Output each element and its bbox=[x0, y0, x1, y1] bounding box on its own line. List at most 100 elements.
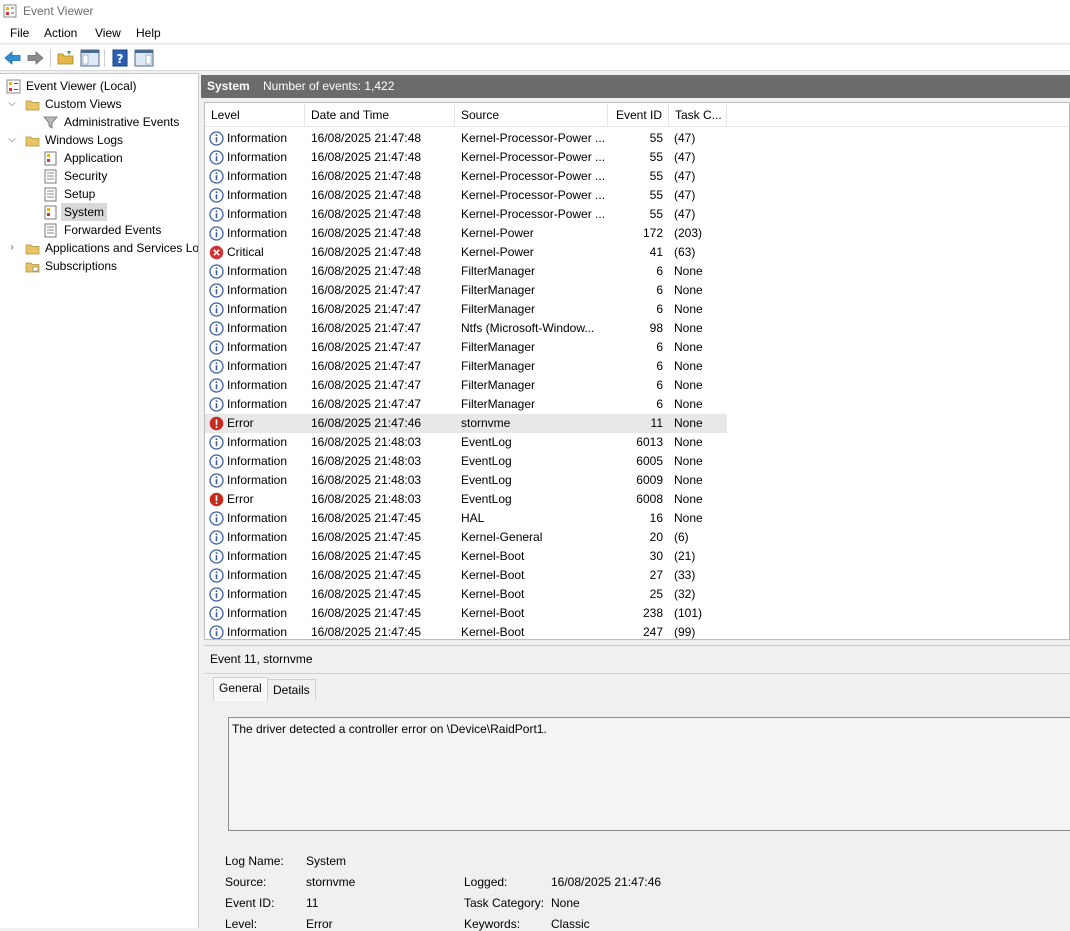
cell-task-category: (47) bbox=[674, 207, 696, 221]
cell-level: Information bbox=[227, 131, 288, 145]
information-icon bbox=[209, 264, 224, 279]
cell-source: Kernel-Processor-Power ... bbox=[461, 150, 606, 164]
table-row[interactable]: Information 16/08/2025 21:47:47 FilterMana… bbox=[205, 281, 727, 300]
tree-item-event-viewer-local[interactable]: Event Viewer (Local) bbox=[0, 77, 198, 95]
menu-help[interactable]: Help bbox=[136, 26, 161, 40]
table-row[interactable]: Information 16/08/2025 21:47:48 Kernel-Pro… bbox=[205, 186, 727, 205]
tree-item-custom-views[interactable]: ⌵ Custom Views bbox=[0, 95, 198, 113]
event-detail-pane: Event 11, stornvme General Details The d… bbox=[204, 645, 1070, 931]
cell-task-category: (47) bbox=[674, 169, 696, 183]
cell-level: Information bbox=[227, 435, 288, 449]
tab-details[interactable]: Details bbox=[267, 679, 316, 701]
information-icon bbox=[209, 568, 224, 583]
tree-item-subscriptions[interactable]: Subscriptions bbox=[0, 257, 198, 275]
cell-date-time: 16/08/2025 21:47:46 bbox=[311, 416, 422, 430]
table-row[interactable]: Information 16/08/2025 21:47:45 Kernel-Gen… bbox=[205, 528, 727, 547]
table-row[interactable]: Information 16/08/2025 21:47:47 FilterMana… bbox=[205, 300, 727, 319]
information-icon bbox=[209, 283, 224, 298]
chevron-right-icon[interactable]: › bbox=[6, 239, 18, 257]
menu-view[interactable]: View bbox=[95, 26, 121, 40]
tree-item-setup[interactable]: Setup bbox=[0, 185, 198, 203]
label-keywords: Keywords: bbox=[464, 917, 521, 931]
table-row[interactable]: Information 16/08/2025 21:47:48 FilterMana… bbox=[205, 262, 727, 281]
show-action-pane-icon[interactable] bbox=[134, 48, 154, 68]
cell-level: Information bbox=[227, 473, 288, 487]
table-row[interactable]: Information 16/08/2025 21:47:45 Kernel-Boo… bbox=[205, 585, 727, 604]
table-row[interactable]: Information 16/08/2025 21:47:45 Kernel-Boo… bbox=[205, 604, 727, 623]
table-row[interactable]: Information 16/08/2025 21:47:47 FilterMana… bbox=[205, 338, 727, 357]
tree-label: Administrative Events bbox=[64, 115, 180, 129]
cell-level: Information bbox=[227, 207, 288, 221]
cell-task-category: (32) bbox=[674, 587, 696, 601]
cell-event-id: 41 bbox=[649, 245, 663, 259]
cell-event-id: 247 bbox=[642, 625, 663, 639]
table-row[interactable]: Information 16/08/2025 21:48:03 EventLog 60… bbox=[205, 471, 727, 490]
cell-date-time: 16/08/2025 21:47:45 bbox=[311, 530, 422, 544]
cell-level: Information bbox=[227, 340, 288, 354]
log-icon bbox=[44, 169, 57, 184]
forward-arrow-icon[interactable] bbox=[25, 48, 45, 68]
cell-date-time: 16/08/2025 21:48:03 bbox=[311, 492, 422, 506]
tab-general[interactable]: General bbox=[213, 677, 268, 701]
column-header-event-id[interactable]: Event ID bbox=[608, 103, 669, 127]
table-row[interactable]: Information 16/08/2025 21:47:47 Ntfs (Micr… bbox=[205, 319, 727, 338]
table-row[interactable]: Information 16/08/2025 21:47:45 Kernel-Boo… bbox=[205, 566, 727, 585]
table-row[interactable]: Critical 16/08/2025 21:47:48 Kernel-Power 4… bbox=[205, 243, 727, 262]
table-row[interactable]: Information 16/08/2025 21:48:03 EventLog 60… bbox=[205, 433, 727, 452]
help-icon[interactable]: ? bbox=[110, 48, 130, 68]
cell-source: Kernel-Boot bbox=[461, 549, 525, 563]
event-message-box[interactable]: The driver detected a controller error o… bbox=[228, 717, 1070, 831]
cell-event-id: 6013 bbox=[636, 435, 663, 449]
table-row[interactable]: Error 16/08/2025 21:47:46 stornvme 11 None bbox=[205, 414, 727, 433]
table-row[interactable]: Information 16/08/2025 21:47:48 Kernel-Pro… bbox=[205, 129, 727, 148]
tree-item-application[interactable]: Application bbox=[0, 149, 198, 167]
tree-item-applications-and-services-logs[interactable]: › Applications and Services Logs bbox=[0, 239, 198, 257]
open-folder-icon[interactable] bbox=[56, 48, 76, 68]
column-header-date-time[interactable]: Date and Time bbox=[305, 103, 455, 127]
cell-level: Information bbox=[227, 606, 288, 620]
cell-task-category: None bbox=[674, 473, 703, 487]
column-header-task-category[interactable]: Task C... bbox=[669, 103, 727, 127]
tree-item-administrative-events[interactable]: Administrative Events bbox=[0, 113, 198, 131]
table-row[interactable]: Information 16/08/2025 21:47:47 FilterMana… bbox=[205, 376, 727, 395]
cell-task-category: None bbox=[674, 378, 703, 392]
event-detail-title: Event 11, stornvme bbox=[210, 652, 313, 666]
chevron-down-icon[interactable]: ⌵ bbox=[6, 95, 18, 113]
table-row[interactable]: Information 16/08/2025 21:47:48 Kernel-Pro… bbox=[205, 148, 727, 167]
show-hide-console-tree-icon[interactable] bbox=[80, 48, 100, 68]
table-row[interactable]: Information 16/08/2025 21:47:45 HAL 16 None bbox=[205, 509, 727, 528]
tree-item-security[interactable]: Security bbox=[0, 167, 198, 185]
back-arrow-icon[interactable] bbox=[3, 48, 23, 68]
cell-level: Information bbox=[227, 568, 288, 582]
menu-bar: File Action View Help bbox=[0, 22, 1070, 44]
table-row[interactable]: Information 16/08/2025 21:47:48 Kernel-Pro… bbox=[205, 205, 727, 224]
cell-event-id: 55 bbox=[649, 131, 663, 145]
table-row[interactable]: Information 16/08/2025 21:47:47 FilterMana… bbox=[205, 395, 727, 414]
table-row[interactable]: Information 16/08/2025 21:47:45 Kernel-Boo… bbox=[205, 547, 727, 566]
table-row[interactable]: Error 16/08/2025 21:48:03 EventLog 6008 None bbox=[205, 490, 727, 509]
menu-file[interactable]: File bbox=[10, 26, 29, 40]
information-icon bbox=[209, 150, 224, 165]
column-header-level[interactable]: Level bbox=[205, 103, 305, 127]
tree-item-windows-logs[interactable]: ⌵ Windows Logs bbox=[0, 131, 198, 149]
cell-event-id: 6009 bbox=[636, 473, 663, 487]
tree-item-forwarded-events[interactable]: Forwarded Events bbox=[0, 221, 198, 239]
table-row[interactable]: Information 16/08/2025 21:47:48 Kernel-Pro… bbox=[205, 167, 727, 186]
table-row[interactable]: Information 16/08/2025 21:47:48 Kernel-Pow… bbox=[205, 224, 727, 243]
cell-level: Information bbox=[227, 378, 288, 392]
menu-action[interactable]: Action bbox=[44, 26, 77, 40]
table-row[interactable]: Information 16/08/2025 21:47:47 FilterMana… bbox=[205, 357, 727, 376]
table-row[interactable]: Information 16/08/2025 21:48:03 EventLog 60… bbox=[205, 452, 727, 471]
information-icon bbox=[209, 435, 224, 450]
cell-source: EventLog bbox=[461, 492, 512, 506]
title-bar: Event Viewer bbox=[0, 0, 1070, 22]
tree-item-system[interactable]: System bbox=[0, 203, 198, 221]
table-row[interactable]: Information 16/08/2025 21:47:45 Kernel-Boo… bbox=[205, 623, 727, 639]
cell-source: FilterManager bbox=[461, 378, 536, 392]
column-header-source[interactable]: Source bbox=[455, 103, 608, 127]
cell-date-time: 16/08/2025 21:47:45 bbox=[311, 511, 422, 525]
events-list-header: Level Date and Time Source Event ID Task… bbox=[205, 103, 1069, 127]
cell-task-category: (6) bbox=[674, 530, 689, 544]
chevron-down-icon[interactable]: ⌵ bbox=[6, 131, 18, 149]
cell-source: Kernel-Processor-Power ... bbox=[461, 207, 606, 221]
